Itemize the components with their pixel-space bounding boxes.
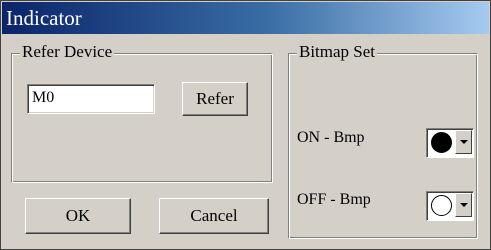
chevron-down-icon[interactable] xyxy=(455,193,472,217)
window-title: Indicator xyxy=(6,6,82,30)
refer-button[interactable]: Refer xyxy=(182,82,248,116)
title-bar[interactable]: Indicator xyxy=(2,2,489,34)
refer-device-group-label: Refer Device xyxy=(20,42,115,62)
off-bmp-select[interactable] xyxy=(426,191,474,221)
on-bmp-label: ON - Bmp xyxy=(297,129,365,146)
filled-circle-icon xyxy=(431,132,452,153)
chevron-down-icon[interactable] xyxy=(455,130,472,154)
on-bmp-select[interactable] xyxy=(426,128,474,158)
bitmap-set-group-label: Bitmap Set xyxy=(297,42,378,62)
indicator-dialog: Indicator Refer Device M0 Refer Bitmap S… xyxy=(0,0,491,250)
ok-button[interactable]: OK xyxy=(25,198,131,234)
device-input[interactable]: M0 xyxy=(27,84,155,114)
refer-device-group: Refer Device M0 Refer xyxy=(11,42,273,183)
cancel-button[interactable]: Cancel xyxy=(159,198,269,234)
bitmap-set-group: Bitmap Set ON - Bmp OFF - Bmp xyxy=(288,42,478,239)
empty-circle-icon xyxy=(431,195,452,216)
off-bmp-label: OFF - Bmp xyxy=(297,191,371,208)
